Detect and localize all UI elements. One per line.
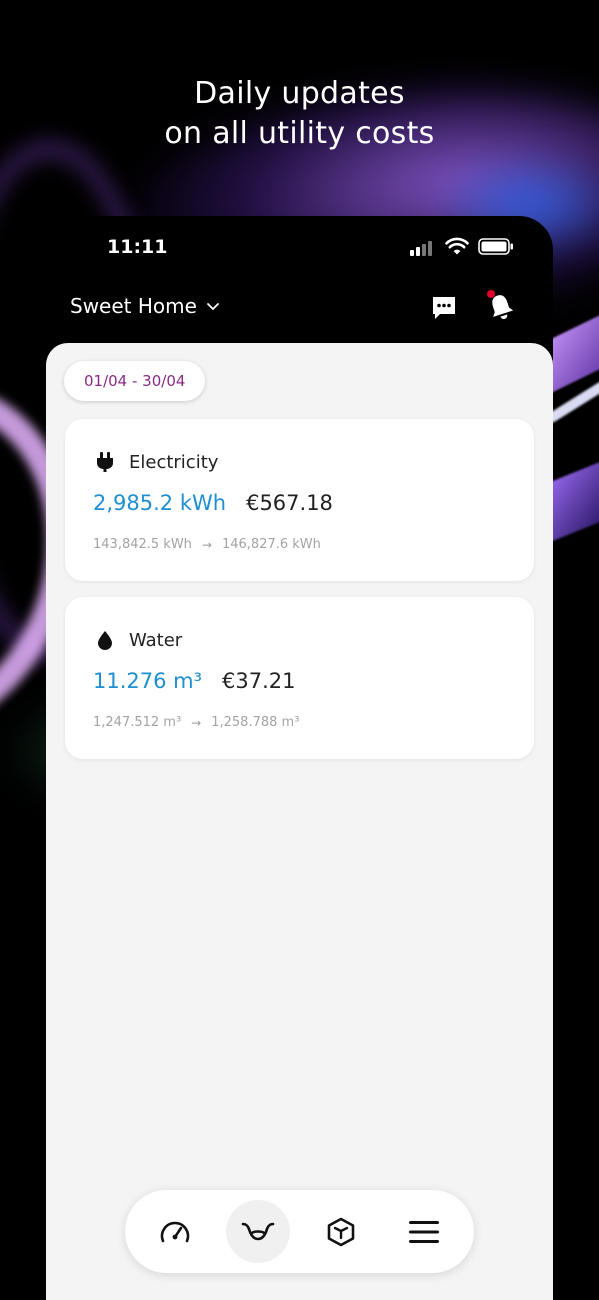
- utility-card-water[interactable]: Water 11.276 m³ €37.21 1,247.512 m³ → 1,…: [65, 597, 534, 759]
- battery-icon: [478, 238, 513, 255]
- usage-value: 11.276 m³: [93, 669, 203, 693]
- chevron-down-icon: [207, 303, 219, 310]
- bottom-tab-bar: [125, 1190, 474, 1273]
- home-selector[interactable]: Sweet Home: [70, 294, 221, 318]
- bell-icon[interactable]: [484, 289, 518, 323]
- start-reading: 1,247.512 m³: [93, 715, 182, 730]
- start-reading: 143,842.5 kWh: [93, 537, 192, 552]
- card-values: 2,985.2 kWh €567.18: [93, 491, 333, 515]
- tab-dashboard[interactable]: [143, 1200, 207, 1263]
- notification-dot: [487, 290, 495, 298]
- top-bar: Sweet Home: [46, 286, 553, 336]
- tab-utilities[interactable]: [226, 1200, 290, 1263]
- card-title: Water: [129, 629, 183, 651]
- tab-products[interactable]: [309, 1200, 373, 1263]
- box-icon: [327, 1217, 355, 1246]
- phone-screen: 11:11 Sweet Home 01/04 - 30/04 Electrici…: [46, 216, 553, 1300]
- chat-icon[interactable]: [430, 294, 458, 322]
- status-time: 11:11: [107, 236, 168, 258]
- plug-icon: [97, 452, 113, 472]
- card-title: Electricity: [129, 451, 219, 473]
- home-name: Sweet Home: [70, 294, 197, 318]
- cellular-signal-icon: [410, 240, 438, 256]
- promo-headline: Daily updates on all utility costs: [0, 74, 599, 154]
- card-header: Water: [95, 629, 182, 651]
- utility-meter-icon: [241, 1222, 275, 1240]
- utility-card-electricity[interactable]: Electricity 2,985.2 kWh €567.18 143,842.…: [65, 419, 534, 581]
- speedometer-icon: [160, 1221, 190, 1242]
- headline-line-2: on all utility costs: [164, 116, 435, 151]
- date-range-chip[interactable]: 01/04 - 30/04: [64, 361, 206, 401]
- cost-value: €37.21: [222, 669, 296, 693]
- water-drop-icon: [98, 631, 112, 650]
- tab-menu[interactable]: [392, 1200, 456, 1263]
- headline-line-1: Daily updates: [194, 76, 405, 111]
- card-header: Electricity: [95, 451, 218, 473]
- menu-icon: [409, 1220, 439, 1243]
- arrow-right-icon: →: [201, 537, 212, 552]
- end-reading: 146,827.6 kWh: [221, 537, 321, 552]
- content-sheet: 01/04 - 30/04 Electricity 2,985.2 kWh €5…: [46, 343, 553, 1300]
- meter-reading-range: 1,247.512 m³ → 1,258.788 m³: [93, 715, 299, 730]
- wifi-icon: [445, 237, 469, 255]
- meter-reading-range: 143,842.5 kWh → 146,827.6 kWh: [93, 537, 321, 552]
- status-bar: 11:11: [46, 216, 553, 278]
- background-stripe: [550, 457, 599, 543]
- cost-value: €567.18: [246, 491, 333, 515]
- usage-value: 2,985.2 kWh: [93, 491, 227, 515]
- end-reading: 1,258.788 m³: [211, 715, 300, 730]
- card-values: 11.276 m³ €37.21: [93, 669, 296, 693]
- background-stripe: [545, 298, 599, 396]
- arrow-right-icon: →: [191, 715, 202, 730]
